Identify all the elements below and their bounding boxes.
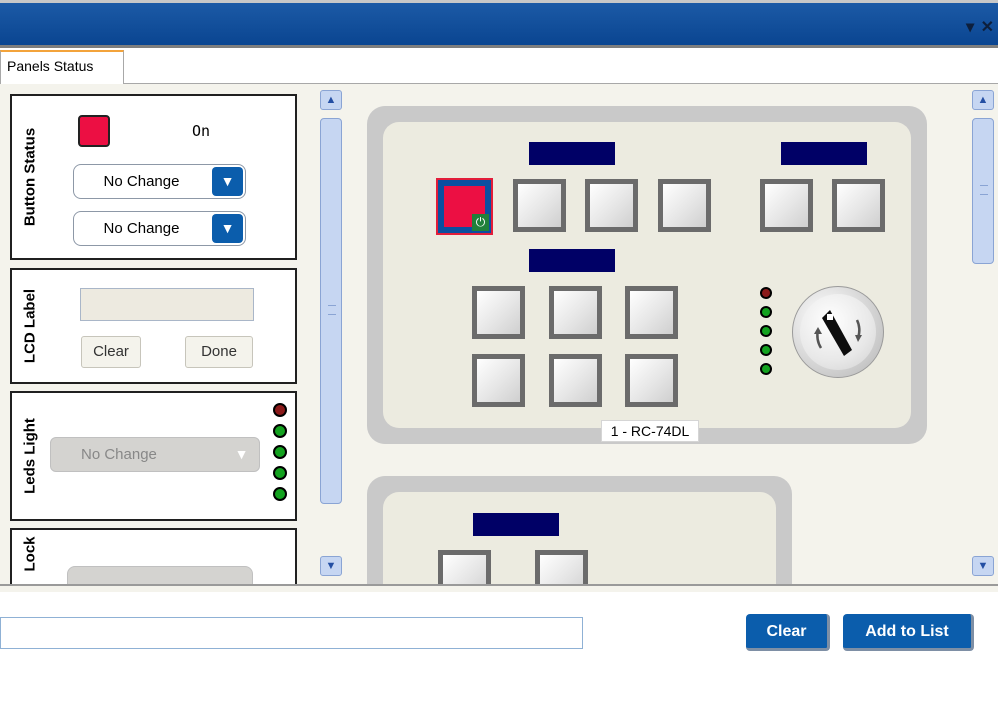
title-bar: ▾ ✕ bbox=[0, 0, 998, 48]
panel-button[interactable] bbox=[625, 286, 678, 339]
command-input[interactable] bbox=[0, 617, 583, 649]
lcd-display[interactable] bbox=[529, 142, 615, 165]
led-indicator bbox=[273, 403, 287, 417]
panel-button[interactable] bbox=[625, 354, 678, 407]
panel-button[interactable] bbox=[513, 179, 566, 232]
panel-button[interactable] bbox=[549, 354, 602, 407]
lcd-label-input[interactable] bbox=[80, 288, 254, 321]
scroll-up-icon[interactable]: ▲ bbox=[972, 90, 994, 110]
lcd-display[interactable] bbox=[529, 249, 615, 272]
splitter[interactable] bbox=[0, 584, 998, 592]
key-lock-icon bbox=[814, 310, 862, 356]
power-icon: ⏻ bbox=[472, 214, 489, 231]
panel-button[interactable] bbox=[438, 550, 491, 584]
chevron-down-icon[interactable]: ▼ bbox=[212, 167, 243, 196]
button-status-dropdown-1[interactable]: No Change ▼ bbox=[73, 164, 246, 199]
dropdown-value: No Change bbox=[81, 446, 157, 463]
scroll-down-icon[interactable]: ▼ bbox=[972, 556, 994, 576]
left-scrollbar-thumb[interactable] bbox=[320, 118, 342, 504]
panel-button[interactable] bbox=[658, 179, 711, 232]
lcd-label-title: LCD Label bbox=[21, 288, 39, 364]
panel-button[interactable] bbox=[535, 550, 588, 584]
leds-light-dropdown[interactable]: No Change ▼ bbox=[50, 437, 260, 472]
tab-strip: Panels Status bbox=[0, 48, 998, 84]
led-indicator bbox=[273, 424, 287, 438]
button-color-swatch[interactable] bbox=[78, 115, 110, 147]
chevron-down-icon[interactable]: ▼ bbox=[212, 214, 243, 243]
dropdown-value: No Change bbox=[103, 220, 180, 237]
led-indicator bbox=[273, 487, 287, 501]
led-indicator bbox=[760, 306, 772, 318]
right-scrollbar[interactable]: ▲ ▼ bbox=[970, 90, 996, 578]
led-indicator bbox=[760, 344, 772, 356]
key-lock-knob[interactable] bbox=[792, 286, 884, 378]
button-status-group: Button Status On No Change ▼ No Change ▼ bbox=[10, 94, 297, 260]
button-status-dropdown-2[interactable]: No Change ▼ bbox=[73, 211, 246, 246]
led-indicator bbox=[760, 363, 772, 375]
leds-light-group: Leds Light No Change ▼ bbox=[10, 391, 297, 521]
led-indicator bbox=[760, 325, 772, 337]
panel-button[interactable] bbox=[585, 179, 638, 232]
chevron-down-icon[interactable]: ▼ bbox=[226, 440, 257, 469]
close-icon[interactable]: ✕ bbox=[981, 19, 994, 36]
right-scrollbar-thumb[interactable] bbox=[972, 118, 994, 264]
led-indicator bbox=[760, 287, 772, 299]
led-indicator bbox=[273, 466, 287, 480]
lcd-display[interactable] bbox=[473, 513, 559, 536]
device-panel-1[interactable]: ⏻ 1 - RC-74DL bbox=[367, 106, 927, 444]
panel-button[interactable] bbox=[472, 286, 525, 339]
button-state-text: On bbox=[192, 122, 211, 140]
dropdown-arrow-icon[interactable]: ▾ bbox=[966, 19, 974, 36]
panel-button[interactable] bbox=[549, 286, 602, 339]
tab-panels-status[interactable]: Panels Status bbox=[0, 50, 124, 84]
button-status-title: Button Status bbox=[21, 127, 39, 227]
lock-title: Lock bbox=[21, 536, 39, 572]
device-panel-2[interactable] bbox=[367, 476, 792, 584]
panel-button-selected[interactable]: ⏻ bbox=[436, 178, 493, 235]
lcd-label-group: LCD Label Clear Done bbox=[10, 268, 297, 384]
lock-control[interactable] bbox=[67, 566, 253, 584]
title-bar-controls: ▾ ✕ bbox=[964, 17, 994, 37]
lcd-display[interactable] bbox=[781, 142, 867, 165]
clear-button[interactable]: Clear bbox=[746, 614, 830, 651]
panel-button[interactable] bbox=[472, 354, 525, 407]
dropdown-value: No Change bbox=[103, 173, 180, 190]
lock-group: Lock bbox=[10, 528, 297, 584]
scroll-up-icon[interactable]: ▲ bbox=[320, 90, 342, 110]
leds-light-title: Leds Light bbox=[21, 418, 39, 494]
panel-button[interactable] bbox=[760, 179, 813, 232]
main-panel: Button Status On No Change ▼ No Change ▼… bbox=[0, 84, 998, 584]
led-indicator bbox=[273, 445, 287, 459]
lcd-done-button[interactable]: Done bbox=[185, 336, 253, 368]
left-scrollbar[interactable]: ▲ ▼ bbox=[318, 90, 344, 578]
scroll-down-icon[interactable]: ▼ bbox=[320, 556, 342, 576]
device-caption: 1 - RC-74DL bbox=[601, 420, 699, 442]
lcd-clear-button[interactable]: Clear bbox=[81, 336, 141, 368]
panel-button[interactable] bbox=[832, 179, 885, 232]
add-to-list-button[interactable]: Add to List bbox=[843, 614, 974, 651]
